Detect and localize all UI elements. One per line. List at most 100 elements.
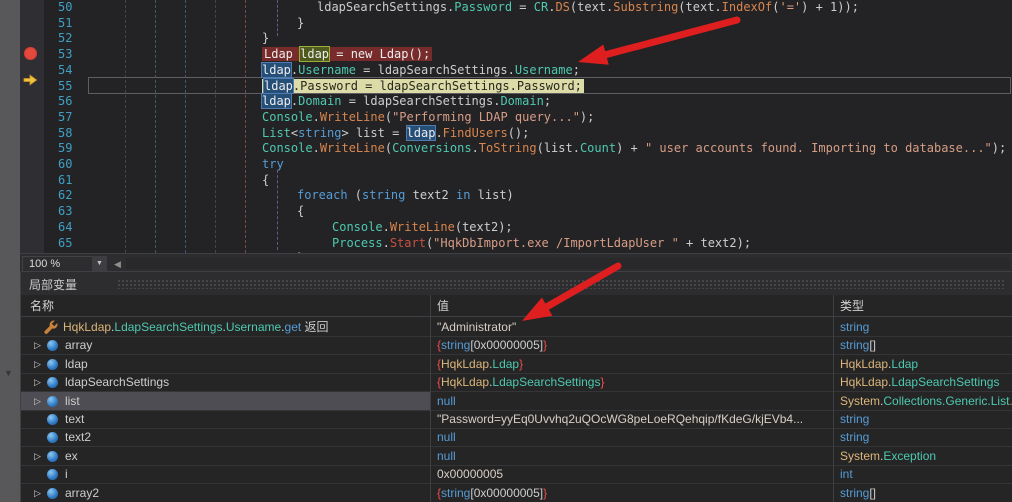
token: (list. <box>537 141 580 155</box>
token: ldapSearchSettings. <box>317 0 454 14</box>
name-cell[interactable]: ▷array2 <box>21 484 430 502</box>
vs-debugger-window: ▼ 50ldapSearchSettings.Password = CR.DS(… <box>0 0 1012 502</box>
code-line[interactable]: } <box>297 15 304 31</box>
current-statement-icon <box>23 74 38 86</box>
code-line[interactable]: Console.WriteLine("Performing LDAP query… <box>262 109 594 125</box>
value-cell[interactable]: {HqkLdap.LdapSearchSettings} <box>431 373 838 391</box>
code-line[interactable]: } <box>262 30 269 46</box>
value-cell[interactable]: null <box>431 392 838 410</box>
breakpoint-icon[interactable] <box>24 47 37 60</box>
variable-icon <box>47 451 58 462</box>
zoom-combobox[interactable]: 100 % <box>22 256 98 272</box>
left-scrollbar[interactable]: ▼ <box>0 0 21 502</box>
locals-row[interactable]: ▷exnullSystem.Exception <box>21 447 1012 466</box>
token: Count <box>580 141 616 155</box>
variable-icon <box>47 340 58 351</box>
token: .Password = ldapSearchSettings.Password; <box>293 79 582 93</box>
scroll-left-icon[interactable]: ◀ <box>114 258 121 270</box>
code-line[interactable]: ldap.Password = ldapSearchSettings.Passw… <box>262 78 584 94</box>
expander-icon[interactable]: ▷ <box>34 484 44 502</box>
locals-row[interactable]: text2nullstring <box>21 428 1012 447</box>
type-cell: string <box>834 428 1012 446</box>
token: Username <box>226 320 281 334</box>
token: Domain <box>298 94 341 108</box>
code-line[interactable]: Console.WriteLine(text2); <box>332 219 513 235</box>
code-line[interactable]: List<string> list = ldap.FindUsers(); <box>262 125 529 141</box>
value-cell[interactable]: null <box>431 447 838 465</box>
locals-row[interactable]: i0x00000005int <box>21 465 1012 484</box>
value-cell[interactable]: 0x00000005 <box>431 465 838 483</box>
token: . <box>435 126 442 140</box>
column-header-value[interactable]: 值 <box>431 295 834 317</box>
token: ( <box>385 110 392 124</box>
type-cell: string <box>834 410 1012 428</box>
token: "Administrator" <box>437 320 516 334</box>
value-cell[interactable]: {string[0x00000005]} <box>431 336 838 354</box>
code-line[interactable]: ldap.Username = ldapSearchSettings.Usern… <box>262 62 580 78</box>
value-cell[interactable]: null <box>431 428 838 446</box>
locals-row[interactable]: HqkLdap.LdapSearchSettings.Username.get … <box>21 318 1012 337</box>
zoom-dropdown-icon[interactable]: ▼ <box>92 256 107 272</box>
locals-row[interactable]: ▷listnullSystem.Collections.Generic.List… <box>21 392 1012 411</box>
column-header-type[interactable]: 类型 <box>834 295 1012 317</box>
code-line[interactable]: { <box>297 203 304 219</box>
breakpoint-margin[interactable] <box>20 0 44 253</box>
expander-icon[interactable]: ▷ <box>34 336 44 354</box>
token: ex <box>65 449 78 463</box>
name-cell[interactable]: ▷list <box>21 392 430 410</box>
expander-icon[interactable]: ▷ <box>34 373 44 391</box>
value-cell[interactable]: {HqkLdap.Ldap} <box>431 355 838 373</box>
name-cell[interactable]: ▷ array <box>21 336 430 354</box>
expander-icon[interactable]: ▷ <box>34 447 44 465</box>
token: { <box>262 173 269 187</box>
code-line[interactable]: ldap.Domain = ldapSearchSettings.Domain; <box>262 93 551 109</box>
locals-row[interactable]: ▷ ldapSearchSettings {HqkLdap.LdapSearchSe… <box>21 373 1012 392</box>
code-line[interactable]: Console.WriteLine(Conversions.ToString(l… <box>262 140 1006 156</box>
name-cell[interactable]: ▷ ex <box>21 447 430 465</box>
token: + text2); <box>679 236 751 250</box>
indent-guide <box>125 0 126 253</box>
code-line[interactable]: Process.Start("HqkDbImport.exe /ImportLd… <box>332 235 751 251</box>
expander-icon[interactable]: ▷ <box>34 355 44 373</box>
name-cell[interactable]: HqkLdap.LdapSearchSettings.Username.get … <box>21 318 430 336</box>
variable-name: HqkLdap.LdapSearchSettings.Username.get … <box>63 318 329 336</box>
token: WriteLine <box>320 110 385 124</box>
locals-row[interactable]: ▷ array {string[0x00000005]}string[] <box>21 336 1012 355</box>
expander-icon[interactable]: ▷ <box>34 392 44 410</box>
column-divider[interactable] <box>833 295 834 502</box>
locals-row[interactable]: text"Password=yyEq0Uvvhq2uQOcWG8peLoeRQe… <box>21 410 1012 429</box>
locals-row[interactable]: ▷array2{string[0x00000005]}string[] <box>21 484 1012 502</box>
horizontal-scrollbar[interactable] <box>126 258 1010 269</box>
code-line[interactable]: Ldap ldap = new Ldap(); <box>262 46 432 62</box>
token: i <box>65 467 68 481</box>
token: = ldapSearchSettings. <box>342 94 501 108</box>
type-cell: string[] <box>834 336 1012 354</box>
name-cell[interactable]: i <box>21 465 430 483</box>
scroll-down-icon[interactable]: ▼ <box>4 368 13 378</box>
code-line[interactable]: foreach (string text2 in list) <box>297 187 514 203</box>
panel-grip[interactable] <box>117 279 1006 289</box>
name-cell[interactable]: ▷ ldapSearchSettings <box>21 373 430 391</box>
token: WriteLine <box>390 220 455 234</box>
token: ; <box>573 63 580 77</box>
value-cell[interactable]: "Password=yyEq0Uvvhq2uQOcWG8peLoeRQehqip… <box>431 410 838 428</box>
token: ldapSearchSettings <box>65 375 169 389</box>
value-cell[interactable]: "Administrator" <box>431 318 838 336</box>
name-cell[interactable]: text <box>21 410 430 428</box>
variable-name: array <box>65 336 92 354</box>
token: (); <box>508 126 530 140</box>
name-cell[interactable]: ▷ldap <box>21 355 430 373</box>
token: HqkLdap <box>441 375 489 389</box>
locals-row[interactable]: ▷ldap{HqkLdap.Ldap}HqkLdap.Ldap <box>21 355 1012 374</box>
locals-title-bar[interactable]: 局部变量 <box>21 272 1012 295</box>
code-editor[interactable]: 50ldapSearchSettings.Password = CR.DS(te… <box>20 0 1012 253</box>
code-line[interactable]: try <box>262 156 284 172</box>
code-line[interactable]: ldapSearchSettings.Password = CR.DS(text… <box>317 0 859 15</box>
token: } <box>600 375 604 389</box>
column-header-name[interactable]: 名称 <box>21 295 431 317</box>
column-divider[interactable] <box>430 295 431 502</box>
value-cell[interactable]: {string[0x00000005]} <box>431 484 838 502</box>
name-cell[interactable]: text2 <box>21 428 430 446</box>
highlighted-symbol: ldap <box>262 94 291 108</box>
code-line[interactable]: { <box>262 172 269 188</box>
